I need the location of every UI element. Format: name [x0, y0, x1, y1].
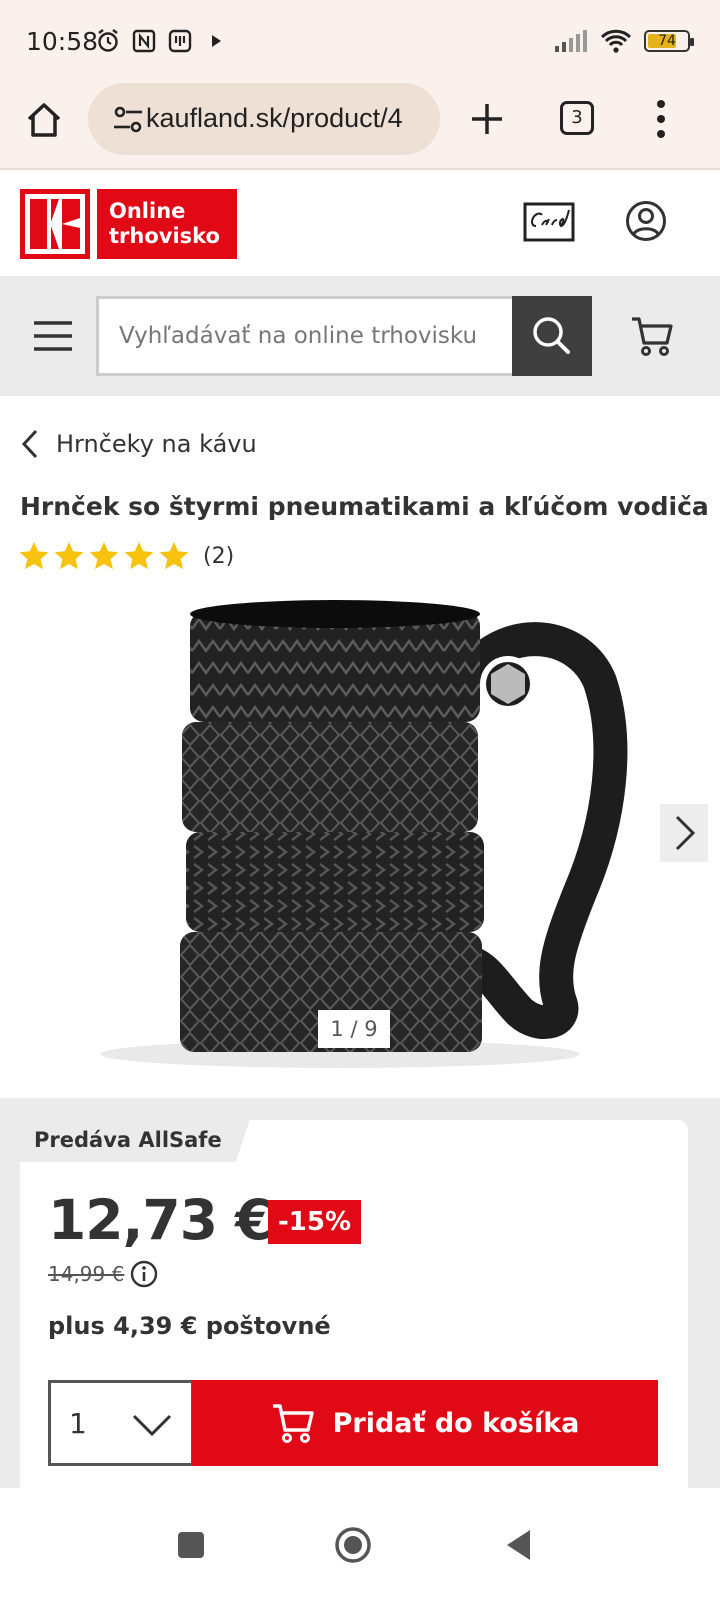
menu-icon[interactable]	[32, 320, 74, 352]
cart-icon	[272, 1404, 314, 1443]
star-icon	[19, 542, 49, 570]
info-icon[interactable]	[130, 1260, 158, 1288]
loyalty-card-icon[interactable]	[522, 198, 580, 244]
star-icon	[89, 542, 119, 570]
play-icon	[212, 35, 221, 47]
breadcrumb[interactable]: Hrnčeky na kávu	[20, 428, 257, 460]
search-icon	[533, 317, 570, 354]
breadcrumb-label[interactable]: Hrnčeky na kávu	[56, 430, 257, 458]
old-price: 14,99 €	[48, 1262, 125, 1286]
product-image[interactable]	[80, 592, 640, 1072]
status-bar: 10:58 74	[0, 0, 720, 80]
product-rating[interactable]: (2)	[18, 540, 234, 572]
seller-tag[interactable]: Predáva AllSafe	[20, 1120, 250, 1162]
back-icon[interactable]	[504, 1528, 534, 1562]
next-image-button[interactable]	[660, 804, 708, 862]
star-icon	[159, 542, 189, 570]
search-button[interactable]	[512, 296, 592, 376]
signal-icon	[555, 30, 587, 52]
account-icon[interactable]	[625, 200, 667, 242]
wifi-icon	[600, 29, 632, 53]
image-pager: 1 / 9	[318, 1010, 390, 1048]
tab-switcher-button[interactable]: 3	[560, 101, 594, 135]
home-icon[interactable]	[24, 100, 64, 140]
star-icon	[54, 542, 84, 570]
add-to-cart-button[interactable]: Pridať do košíka	[192, 1380, 658, 1466]
logo-text[interactable]: Online trhovisko	[97, 189, 237, 259]
cart-icon[interactable]	[630, 314, 674, 358]
home-button-icon[interactable]	[334, 1526, 372, 1564]
add-to-cart-label: Pridať do košíka	[332, 1407, 580, 1439]
chevron-right-icon	[675, 815, 696, 851]
search-field[interactable]	[96, 296, 512, 376]
more-menu-icon[interactable]	[655, 98, 667, 140]
notification-icon	[168, 29, 192, 53]
quantity-value: 1	[69, 1407, 87, 1440]
status-icons-left	[95, 28, 229, 54]
quantity-select[interactable]: 1	[48, 1380, 194, 1466]
site-header: Online trhovisko	[0, 170, 720, 276]
site-settings-icon[interactable]	[112, 105, 144, 135]
status-icons-right: 74	[554, 28, 694, 54]
discount-badge: -15%	[268, 1200, 362, 1244]
alarm-icon	[98, 29, 118, 52]
shipping-cost: plus 4,39 € poštovné	[48, 1312, 331, 1340]
recents-icon[interactable]	[178, 1532, 204, 1558]
battery-icon: 74	[644, 30, 694, 52]
search-input[interactable]	[99, 299, 512, 373]
new-tab-icon[interactable]	[468, 100, 506, 138]
buy-section: Predáva AllSafe 12,73 € -15% 14,99 € plu…	[0, 1098, 720, 1500]
rating-count[interactable]: (2)	[203, 544, 234, 569]
buy-box: Predáva AllSafe 12,73 € -15% 14,99 € plu…	[20, 1120, 688, 1500]
nfc-icon	[132, 29, 156, 53]
kaufland-logo-icon[interactable]	[20, 189, 90, 259]
browser-toolbar: kaufland.sk/product/4 3	[0, 80, 720, 170]
search-section	[0, 276, 720, 396]
price: 12,73 €	[48, 1188, 273, 1252]
battery-level: 74	[658, 33, 676, 49]
status-time: 10:58	[26, 27, 99, 56]
chevron-left-icon	[21, 429, 38, 459]
product-title: Hrnček so štyrmi pneumatikami a kľúčom v…	[20, 492, 709, 521]
chevron-down-icon	[132, 1414, 172, 1437]
url-bar[interactable]: kaufland.sk/product/4	[88, 83, 440, 155]
star-icon	[124, 542, 154, 570]
system-nav-bar	[0, 1488, 720, 1600]
url-text[interactable]: kaufland.sk/product/4	[146, 103, 436, 134]
